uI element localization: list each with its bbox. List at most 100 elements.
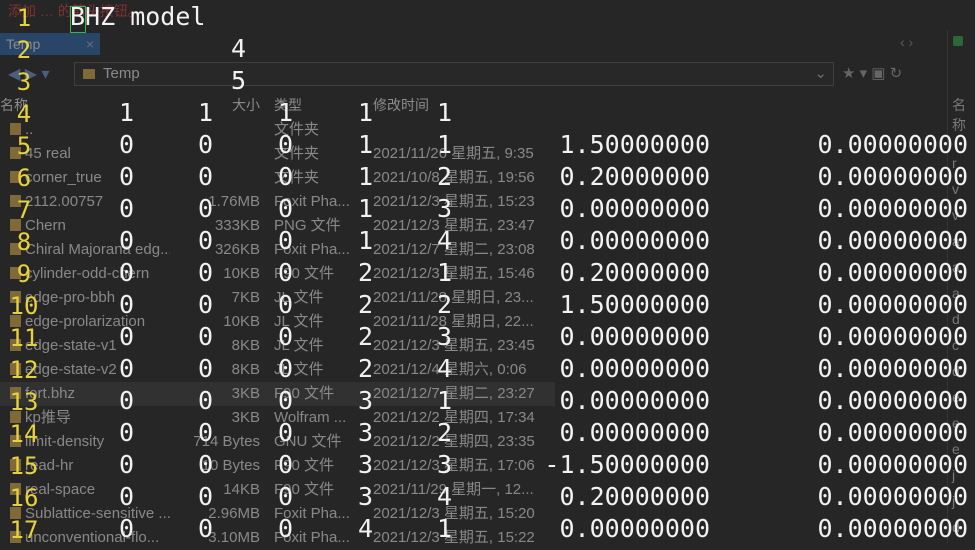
matrix-cell: 1: [437, 386, 453, 415]
matrix-cell: 3: [437, 194, 453, 223]
matrix-cell: 4: [358, 514, 374, 543]
matrix-cell: 0: [278, 386, 294, 415]
matrix-cell: 0.20000000: [559, 258, 710, 287]
matrix-cell: 0.00000000: [817, 418, 968, 447]
matrix-cell: 0: [198, 450, 214, 479]
line-2-value: 4: [231, 34, 247, 63]
line-number: 16: [9, 484, 39, 512]
matrix-cell: 0: [119, 258, 135, 287]
matrix-cell: 0: [119, 386, 135, 415]
matrix-cell: 1: [358, 226, 374, 255]
line-number-gutter: 1 2 3 4 5 6 7 8 9 10 11 12 13 14 15 16 17: [0, 0, 60, 544]
matrix-cell: 0.00000000: [817, 450, 968, 479]
matrix-cell: 0.00000000: [817, 130, 968, 159]
line-number: 10: [9, 292, 39, 320]
line-number: 15: [9, 452, 39, 480]
line-number: 2: [16, 36, 32, 64]
matrix-cell: 0: [278, 514, 294, 543]
line-number: 13: [9, 388, 39, 416]
line-number: 11: [9, 324, 39, 352]
line-number: 6: [16, 164, 32, 192]
matrix-cell: 0: [119, 162, 135, 191]
matrix-cell: 2: [358, 290, 374, 319]
matrix-cell: 1: [358, 162, 374, 191]
matrix-cell: 0.00000000: [817, 482, 968, 511]
matrix-cell: 0: [198, 290, 214, 319]
matrix-cell: 0.00000000: [817, 514, 968, 543]
matrix-cell: 1: [198, 98, 214, 127]
matrix-cell: 0.00000000: [817, 226, 968, 255]
matrix-cell: 2: [437, 162, 453, 191]
matrix-cell: 2: [358, 322, 374, 351]
matrix-cell: -1.50000000: [544, 450, 710, 479]
matrix-cell: 0: [198, 194, 214, 223]
line-number: 8: [16, 228, 32, 256]
matrix-cell: 3: [437, 450, 453, 479]
line-number: 1: [16, 4, 32, 32]
matrix-cell: 0: [278, 258, 294, 287]
matrix-cell: 2: [358, 258, 374, 287]
matrix-cell: 0: [198, 226, 214, 255]
matrix-cell: 4: [437, 226, 453, 255]
line-3-value: 5: [231, 66, 247, 95]
matrix-cell: 0.00000000: [559, 514, 710, 543]
matrix-cell: 4: [437, 482, 453, 511]
text-editor[interactable]: 1 2 3 4 5 6 7 8 9 10 11 12 13 14 15 16 17 BHZ model 4 5 …: [0, 0, 975, 544]
matrix-cell: 0: [119, 130, 135, 159]
matrix-cell: 1: [358, 194, 374, 223]
line-number: 5: [16, 132, 32, 160]
line-number: 9: [16, 260, 32, 288]
matrix-cell: 0.00000000: [559, 322, 710, 351]
matrix-cell: 1: [358, 130, 374, 159]
matrix-cell: 0.00000000: [817, 386, 968, 415]
matrix-cell: 0: [278, 450, 294, 479]
line-number: 3: [16, 68, 32, 96]
matrix-cell: 1: [437, 258, 453, 287]
matrix-cell: 0: [278, 226, 294, 255]
matrix-cell: 2: [437, 418, 453, 447]
matrix-cell: 0.00000000: [817, 322, 968, 351]
matrix-cell: 0: [278, 162, 294, 191]
matrix-cell: 0: [119, 418, 135, 447]
matrix-cell: 1: [437, 130, 453, 159]
matrix-cell: 2: [358, 354, 374, 383]
matrix-cell: 0: [119, 482, 135, 511]
matrix-cell: 0.00000000: [559, 386, 710, 415]
line-number: 12: [9, 356, 39, 384]
matrix-cell: 3: [358, 418, 374, 447]
matrix-cell: 3: [437, 322, 453, 351]
matrix-cell: 0: [198, 162, 214, 191]
matrix-cell: 0: [198, 258, 214, 287]
matrix-cell: 0: [198, 322, 214, 351]
matrix-cell: 0: [119, 226, 135, 255]
matrix-cell: 0: [198, 418, 214, 447]
matrix-cell: 0: [119, 322, 135, 351]
matrix-cell: 0: [198, 514, 214, 543]
line-number: 14: [9, 420, 39, 448]
matrix-cell: 1: [437, 514, 453, 543]
matrix-cell: 0.00000000: [817, 354, 968, 383]
matrix-cell: 1.50000000: [559, 290, 710, 319]
line-number: 7: [16, 196, 32, 224]
matrix-cell: 2: [437, 290, 453, 319]
matrix-cell: 0.00000000: [559, 418, 710, 447]
matrix-cell: 3: [358, 386, 374, 415]
matrix-cell: 0: [278, 290, 294, 319]
matrix-cell: 0.00000000: [817, 194, 968, 223]
matrix-cell: 0: [278, 130, 294, 159]
matrix-cell: 0.00000000: [559, 354, 710, 383]
matrix-cell: 0: [278, 418, 294, 447]
matrix-cell: 3: [358, 482, 374, 511]
matrix-cell: 1: [119, 98, 135, 127]
matrix-cell: 3: [358, 450, 374, 479]
line-number: 17: [9, 516, 39, 544]
matrix-cell: 0: [119, 450, 135, 479]
matrix-cell: 0: [278, 322, 294, 351]
matrix-cell: 1.50000000: [559, 130, 710, 159]
matrix-cell: 1: [358, 98, 374, 127]
line-number: 4: [16, 100, 32, 128]
matrix-cell: 0: [198, 130, 214, 159]
matrix-cell: 0.00000000: [559, 226, 710, 255]
matrix-cell: 0: [119, 354, 135, 383]
matrix-cell: 0: [198, 386, 214, 415]
